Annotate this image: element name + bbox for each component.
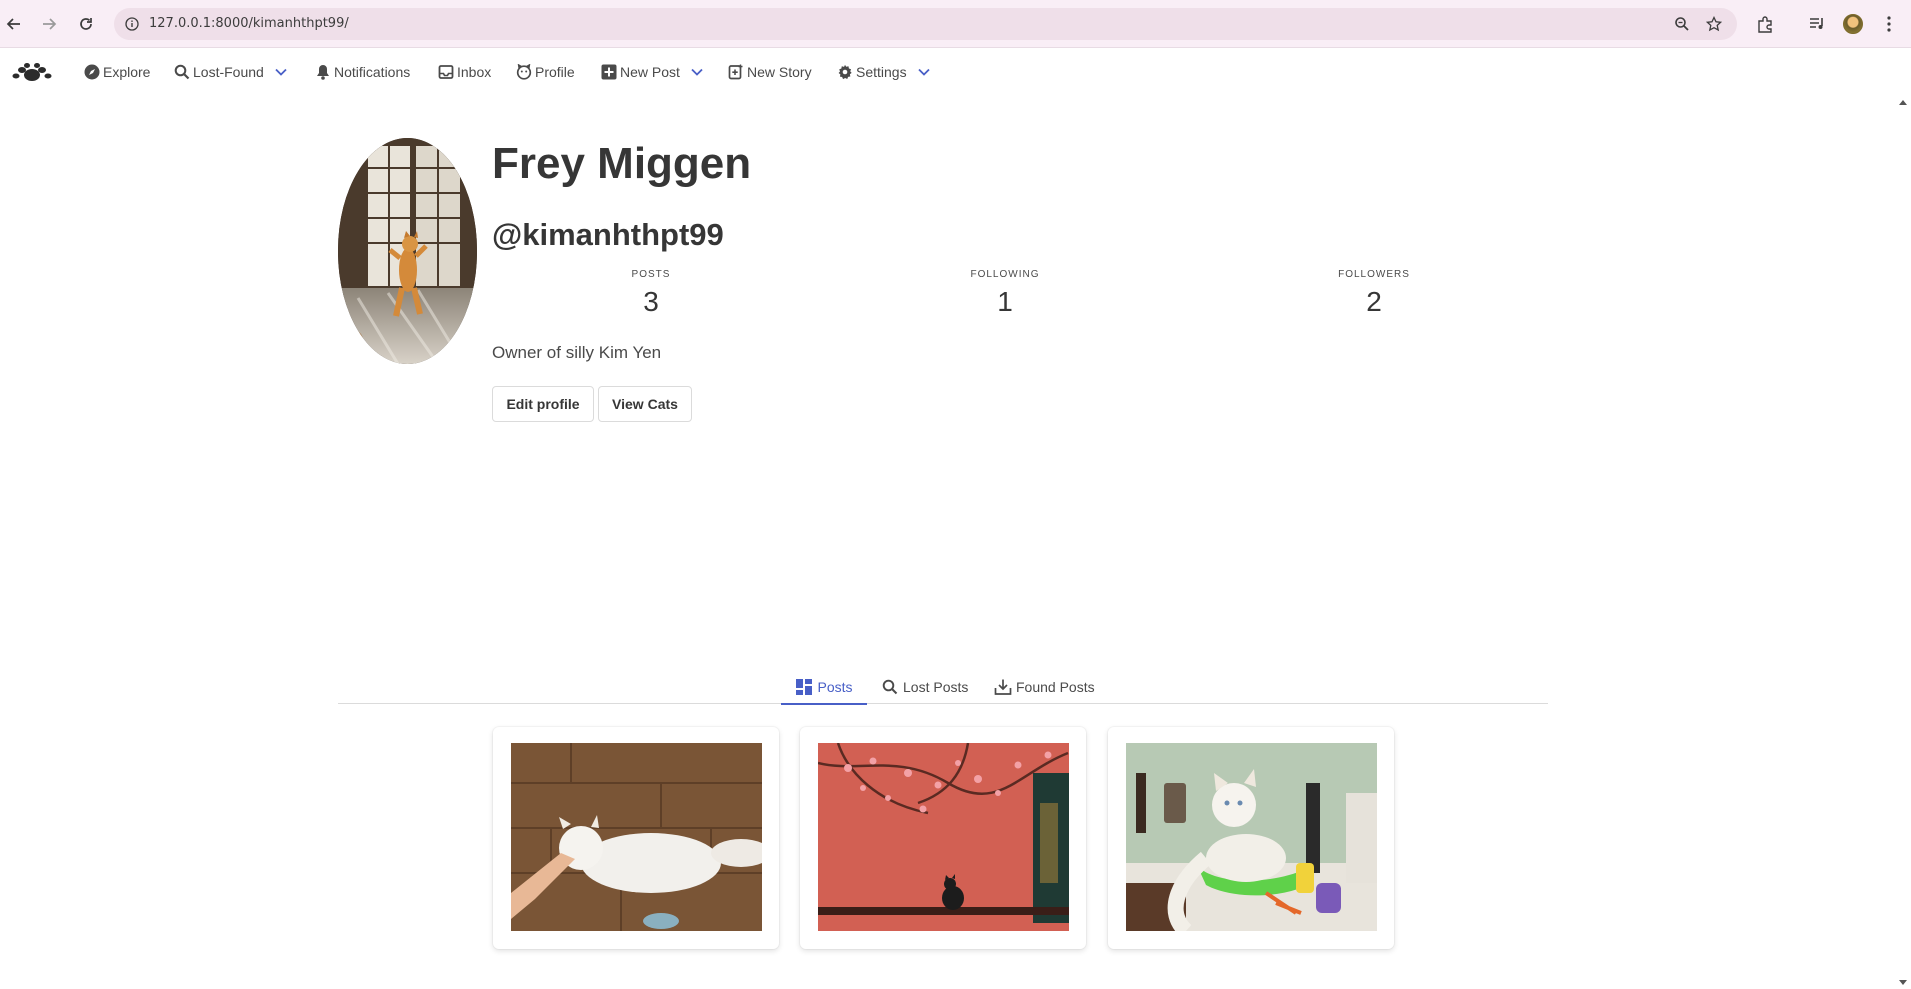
profile-tabs: Posts Lost Posts Found Posts: [338, 672, 1548, 705]
tab-found-posts[interactable]: Found Posts: [994, 672, 1095, 704]
search-icon: [174, 64, 190, 80]
scroll-up-icon[interactable]: [1899, 100, 1907, 105]
tab-lost-posts[interactable]: Lost Posts: [881, 672, 968, 704]
browser-menu-icon[interactable]: [1877, 12, 1901, 36]
chevron-down-icon[interactable]: [916, 64, 932, 80]
plus-square-icon: [601, 64, 617, 80]
nav-new-post-label: New Post: [620, 64, 680, 80]
tab-posts[interactable]: Posts: [781, 672, 867, 705]
nav-explore[interactable]: Explore: [84, 62, 150, 82]
post-card[interactable]: [493, 727, 779, 949]
nav-profile-label: Profile: [535, 64, 575, 80]
stat-following-value[interactable]: 1: [945, 286, 1065, 318]
nav-profile[interactable]: Profile: [516, 62, 575, 82]
profile-username: @kimanhthpt99: [492, 217, 724, 252]
page-scrollbar[interactable]: [1895, 48, 1911, 989]
nav-notifications[interactable]: Notifications: [315, 62, 410, 82]
nav-lost-found-label: Lost-Found: [193, 64, 264, 80]
zoom-icon[interactable]: [1672, 14, 1692, 34]
site-info-icon[interactable]: [122, 14, 142, 34]
post-card[interactable]: [800, 727, 1086, 949]
extensions-icon[interactable]: [1753, 12, 1777, 36]
stat-followers-label: FOLLOWERS: [1338, 269, 1410, 280]
reload-icon[interactable]: [74, 12, 98, 36]
bell-icon: [315, 64, 331, 80]
tab-found-posts-label: Found Posts: [1016, 679, 1095, 695]
nav-new-story-label: New Story: [747, 64, 812, 80]
url-text[interactable]: 127.0.0.1:8000/kimanhthpt99/: [149, 16, 349, 31]
post-image-cat-blossom-wall[interactable]: [818, 743, 1069, 931]
media-controls-icon[interactable]: [1805, 12, 1829, 36]
view-cats-button[interactable]: View Cats: [598, 386, 692, 422]
nav-settings[interactable]: Settings: [837, 62, 932, 82]
inbox-icon: [438, 64, 454, 80]
scroll-down-icon[interactable]: [1899, 980, 1907, 985]
tab-posts-label: Posts: [817, 678, 853, 695]
profile-avatar[interactable]: [338, 138, 477, 364]
nav-lost-found[interactable]: Lost-Found: [174, 62, 289, 82]
search-icon: [881, 678, 899, 696]
profile-bio: Owner of silly Kim Yen: [492, 343, 662, 362]
stat-followers-value[interactable]: 2: [1314, 286, 1434, 318]
site-navbar: Explore Lost-Found Notifications Inbox P…: [0, 49, 1895, 95]
compass-icon: [84, 64, 100, 80]
address-bar[interactable]: 127.0.0.1:8000/kimanhthpt99/: [114, 8, 1737, 40]
paw-logo-icon[interactable]: [12, 62, 52, 87]
nav-new-story[interactable]: New Story: [728, 62, 812, 82]
back-icon[interactable]: [2, 12, 26, 36]
chevron-down-icon[interactable]: [273, 64, 289, 80]
forward-icon[interactable]: [37, 12, 61, 36]
cat-face-icon: [516, 64, 532, 80]
profile-avatar-icon[interactable]: [1841, 12, 1865, 36]
gear-icon: [837, 64, 853, 80]
grid-icon: [795, 678, 813, 696]
profile-display-name: Frey Miggen: [492, 139, 752, 188]
nav-notifications-label: Notifications: [334, 64, 411, 80]
stat-following[interactable]: FOLLOWING 1: [945, 269, 1065, 318]
nav-inbox[interactable]: Inbox: [438, 62, 491, 82]
nav-explore-label: Explore: [103, 64, 151, 80]
stat-posts: POSTS 3: [591, 269, 711, 318]
stat-posts-value: 3: [643, 286, 659, 317]
post-image-cat-in-basket[interactable]: [1126, 743, 1377, 931]
tab-lost-posts-label: Lost Posts: [903, 679, 969, 695]
download-tray-icon: [994, 678, 1012, 696]
add-story-icon: [728, 64, 744, 80]
edit-profile-button[interactable]: Edit profile: [492, 386, 594, 422]
stat-followers[interactable]: FOLLOWERS 2: [1314, 269, 1434, 318]
nav-new-post[interactable]: New Post: [601, 62, 705, 82]
stat-following-label: FOLLOWING: [970, 269, 1040, 280]
nav-inbox-label: Inbox: [457, 64, 492, 80]
post-card[interactable]: [1108, 727, 1394, 949]
nav-settings-label: Settings: [856, 64, 907, 80]
bookmark-star-icon[interactable]: [1704, 14, 1724, 34]
post-image-white-cat-floor[interactable]: [511, 743, 762, 931]
chevron-down-icon[interactable]: [689, 64, 705, 80]
stat-posts-label: POSTS: [631, 269, 671, 280]
browser-toolbar: 127.0.0.1:8000/kimanhthpt99/: [0, 0, 1911, 48]
